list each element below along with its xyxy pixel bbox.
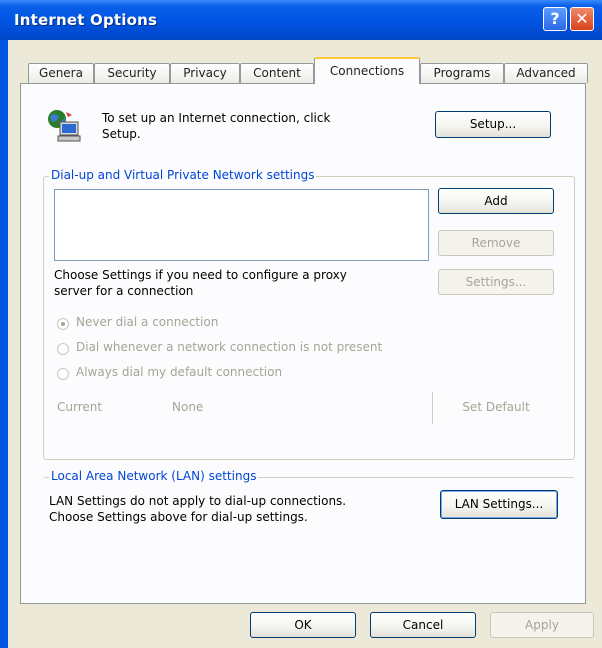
lan-settings-button[interactable]: LAN Settings... [440, 490, 558, 519]
remove-button[interactable]: Remove [438, 230, 554, 256]
proxy-instruction-line1: Choose Settings if you need to configure… [54, 268, 347, 282]
tab-connections[interactable]: Connections [314, 57, 420, 84]
current-connection-value: None [172, 400, 204, 414]
setup-instruction-line1: To set up an Internet connection, click [102, 111, 331, 125]
tab-programs[interactable]: Programs [420, 63, 504, 83]
setup-instruction-line2: Setup. [102, 127, 141, 141]
proxy-instruction-line2: server for a connection [54, 284, 194, 298]
radio-always-dial-label: Always dial my default connection [76, 365, 283, 379]
tab-content[interactable]: Content [240, 63, 314, 83]
close-button[interactable]: ✕ [570, 7, 594, 31]
lan-instruction-line1: LAN Settings do not apply to dial-up con… [49, 494, 347, 508]
lan-settings-group-label: Local Area Network (LAN) settings [49, 469, 259, 483]
radio-always-dial[interactable] [57, 368, 69, 380]
radio-dial-whenever[interactable] [57, 343, 69, 355]
setup-button[interactable]: Setup... [435, 111, 551, 138]
dialup-settings-button[interactable]: Settings... [438, 269, 554, 295]
radio-never-dial[interactable] [57, 318, 69, 330]
tab-privacy[interactable]: Privacy [170, 63, 240, 83]
ok-button[interactable]: OK [250, 612, 356, 638]
set-default-separator [432, 392, 433, 424]
current-connection-label: Current [57, 400, 103, 414]
window-title: Internet Options [14, 11, 158, 29]
title-bar[interactable]: Internet Options ? ✕ [0, 0, 602, 40]
connections-tab-panel: To set up an Internet connection, click … [20, 83, 586, 604]
tab-general[interactable]: Genera [28, 63, 94, 83]
apply-button[interactable]: Apply [490, 612, 594, 638]
cancel-button[interactable]: Cancel [370, 612, 476, 638]
set-default-button[interactable]: Set Default [438, 395, 554, 421]
radio-dial-whenever-label: Dial whenever a network connection is no… [76, 340, 383, 354]
tab-advanced[interactable]: Advanced [504, 63, 588, 83]
help-button[interactable]: ? [543, 7, 567, 31]
add-button[interactable]: Add [438, 188, 554, 214]
tab-security[interactable]: Security [94, 63, 170, 83]
dialup-vpn-group-label: Dial-up and Virtual Private Network sett… [49, 168, 317, 182]
connections-listbox[interactable] [54, 189, 429, 261]
radio-never-dial-label: Never dial a connection [76, 315, 219, 329]
network-connection-icon [46, 108, 82, 144]
lan-instruction-line2: Choose Settings above for dial-up settin… [49, 510, 308, 524]
